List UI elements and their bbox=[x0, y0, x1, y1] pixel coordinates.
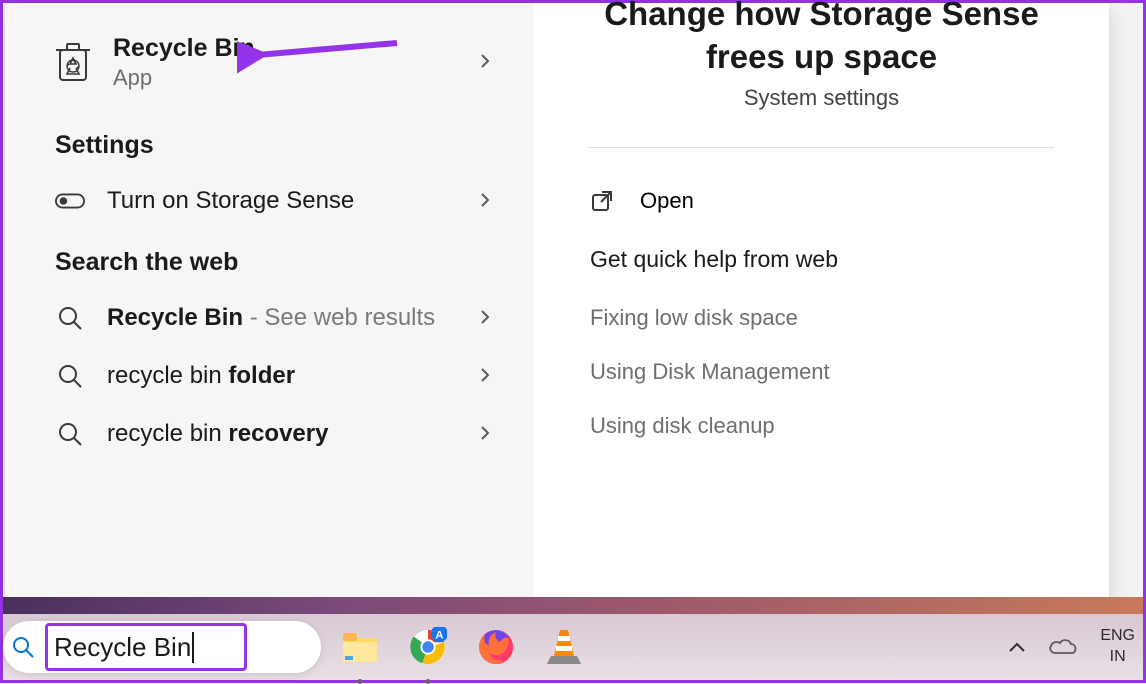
open-action[interactable]: Open bbox=[574, 184, 1069, 218]
best-match-subtitle: App bbox=[113, 65, 506, 91]
section-header-web: Search the web bbox=[5, 230, 534, 289]
vlc-icon[interactable] bbox=[545, 628, 583, 666]
search-input[interactable]: Recycle Bin bbox=[54, 632, 194, 663]
best-match-title: Recycle Bin bbox=[113, 33, 506, 63]
chevron-right-icon bbox=[478, 193, 494, 209]
divider bbox=[589, 147, 1054, 148]
open-label: Open bbox=[640, 188, 694, 214]
search-input-highlight: Recycle Bin bbox=[45, 623, 247, 671]
search-icon bbox=[11, 635, 35, 659]
result-web-search-2[interactable]: recycle bin recovery bbox=[5, 405, 534, 463]
result-label: Turn on Storage Sense bbox=[107, 187, 354, 215]
chrome-icon[interactable]: A bbox=[409, 628, 447, 666]
help-link-2[interactable]: Using disk cleanup bbox=[574, 399, 1069, 453]
settings-toggle-icon bbox=[55, 186, 85, 216]
tray-expand-icon[interactable] bbox=[1008, 641, 1026, 653]
search-icon bbox=[55, 361, 85, 391]
chevron-right-icon bbox=[478, 310, 494, 326]
result-label: recycle bin folder bbox=[107, 362, 295, 390]
result-storage-sense[interactable]: Turn on Storage Sense bbox=[5, 172, 534, 230]
result-label: Recycle Bin - See web results bbox=[107, 304, 435, 332]
result-best-match[interactable]: Recycle Bin App bbox=[5, 3, 534, 113]
help-link-1[interactable]: Using Disk Management bbox=[574, 345, 1069, 399]
section-header-settings: Settings bbox=[5, 113, 534, 172]
detail-title: Change how Storage Sense frees up space bbox=[574, 0, 1069, 79]
onedrive-icon[interactable] bbox=[1048, 637, 1078, 657]
desktop-wallpaper-strip bbox=[3, 597, 1143, 614]
svg-text:A: A bbox=[435, 629, 443, 641]
result-web-search-0[interactable]: Recycle Bin - See web results bbox=[5, 289, 534, 347]
taskbar-search-box[interactable]: Recycle Bin bbox=[3, 621, 321, 673]
search-icon bbox=[55, 419, 85, 449]
search-icon bbox=[55, 303, 85, 333]
detail-panel: Change how Storage Sense frees up space … bbox=[534, 3, 1109, 598]
open-external-icon bbox=[590, 189, 614, 213]
file-explorer-icon[interactable] bbox=[341, 628, 379, 666]
chevron-right-icon bbox=[478, 54, 494, 70]
recycle-bin-icon bbox=[55, 44, 91, 80]
taskbar-apps: A bbox=[341, 628, 583, 666]
firefox-icon[interactable] bbox=[477, 628, 515, 666]
chevron-right-icon bbox=[478, 426, 494, 442]
detail-subtitle: System settings bbox=[574, 85, 1069, 111]
taskbar: Recycle Bin A bbox=[3, 614, 1143, 680]
search-results-panel: Recycle Bin App Settings Turn on Storage… bbox=[5, 3, 1109, 598]
result-web-search-1[interactable]: recycle bin folder bbox=[5, 347, 534, 405]
results-left-column: Recycle Bin App Settings Turn on Storage… bbox=[5, 3, 534, 598]
help-header: Get quick help from web bbox=[590, 246, 1053, 273]
result-label: recycle bin recovery bbox=[107, 420, 328, 448]
chevron-right-icon bbox=[478, 368, 494, 384]
language-indicator[interactable]: ENG IN bbox=[1100, 626, 1135, 668]
help-link-0[interactable]: Fixing low disk space bbox=[574, 291, 1069, 345]
system-tray: ENG IN bbox=[1008, 626, 1135, 668]
